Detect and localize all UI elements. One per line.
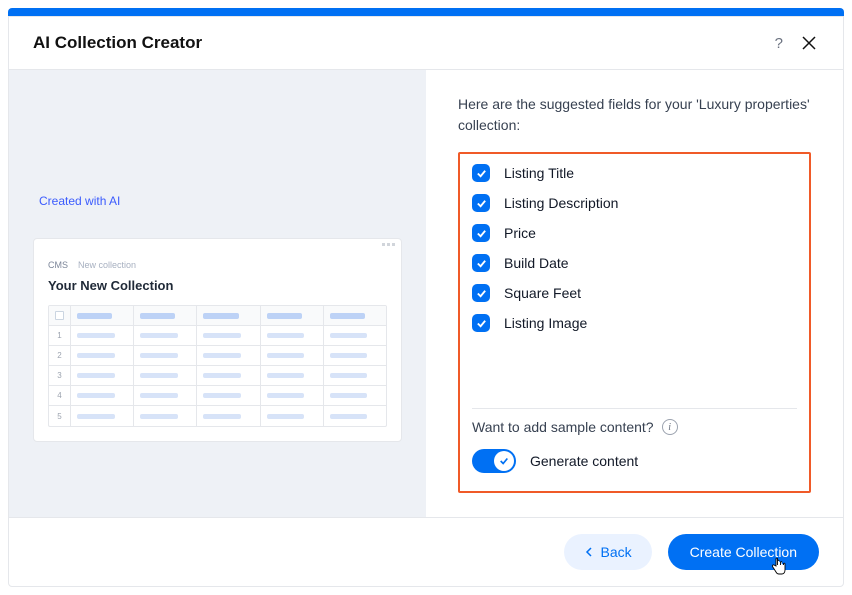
modal-header: AI Collection Creator ? — [9, 17, 843, 70]
app-topbar — [8, 8, 844, 16]
ai-badge: Created with AI — [33, 194, 402, 208]
back-button[interactable]: Back — [564, 534, 651, 570]
modal-container: AI Collection Creator ? Created with AI … — [8, 16, 844, 587]
field-checkbox[interactable] — [472, 284, 490, 302]
generate-content-toggle[interactable] — [472, 449, 516, 473]
preview-card: CMS New collection Your New Collection — [33, 238, 402, 442]
field-checkbox[interactable] — [472, 194, 490, 212]
intro-text: Here are the suggested fields for your '… — [458, 94, 811, 136]
field-row-listing-image: Listing Image — [472, 314, 797, 332]
table-row: 1 — [49, 326, 386, 346]
field-label: Listing Image — [504, 315, 587, 331]
modal-body: Created with AI CMS New collection Your … — [9, 70, 843, 517]
field-row-listing-description: Listing Description — [472, 194, 797, 212]
field-row-listing-title: Listing Title — [472, 164, 797, 182]
field-row-build-date: Build Date — [472, 254, 797, 272]
table-row: 4 — [49, 386, 386, 406]
field-row-price: Price — [472, 224, 797, 242]
breadcrumb-new: New collection — [78, 260, 136, 270]
highlight-annotation: Listing Title Listing Description Price … — [458, 152, 811, 493]
preview-table: 1 2 3 4 5 — [48, 305, 387, 427]
field-checkbox[interactable] — [472, 314, 490, 332]
header-actions: ? — [775, 33, 819, 53]
toggle-knob — [494, 451, 514, 471]
table-header-row — [49, 306, 386, 326]
field-checkbox[interactable] — [472, 164, 490, 182]
table-row: 2 — [49, 346, 386, 366]
sample-content-question: Want to add sample content? i — [472, 419, 797, 435]
preview-title: Your New Collection — [48, 278, 387, 293]
fields-panel: Here are the suggested fields for your '… — [426, 70, 843, 517]
preview-panel: Created with AI CMS New collection Your … — [9, 70, 426, 517]
field-label: Listing Description — [504, 195, 618, 211]
create-collection-button[interactable]: Create Collection — [668, 534, 819, 570]
modal-title: AI Collection Creator — [33, 33, 202, 53]
select-all-checkbox — [55, 311, 64, 320]
cursor-hand-icon — [771, 557, 787, 578]
field-checkbox[interactable] — [472, 224, 490, 242]
info-icon[interactable]: i — [662, 419, 678, 435]
breadcrumb-cms: CMS — [48, 260, 68, 270]
field-row-square-feet: Square Feet — [472, 284, 797, 302]
window-dots-icon — [382, 243, 395, 246]
divider — [472, 408, 797, 409]
generate-content-toggle-row: Generate content — [472, 449, 797, 473]
field-label: Build Date — [504, 255, 569, 271]
toggle-label: Generate content — [530, 453, 638, 469]
preview-inner: CMS New collection Your New Collection — [34, 250, 401, 441]
help-icon[interactable]: ? — [775, 35, 783, 52]
fields-list: Listing Title Listing Description Price … — [472, 158, 797, 332]
field-label: Listing Title — [504, 165, 574, 181]
preview-window-head — [34, 239, 401, 250]
field-checkbox[interactable] — [472, 254, 490, 272]
table-row: 5 — [49, 406, 386, 426]
chevron-left-icon — [584, 547, 594, 557]
close-button[interactable] — [799, 33, 819, 53]
modal-footer: Back Create Collection — [9, 517, 843, 586]
field-label: Square Feet — [504, 285, 581, 301]
field-label: Price — [504, 225, 536, 241]
preview-breadcrumb: CMS New collection — [48, 260, 387, 270]
table-row: 3 — [49, 366, 386, 386]
